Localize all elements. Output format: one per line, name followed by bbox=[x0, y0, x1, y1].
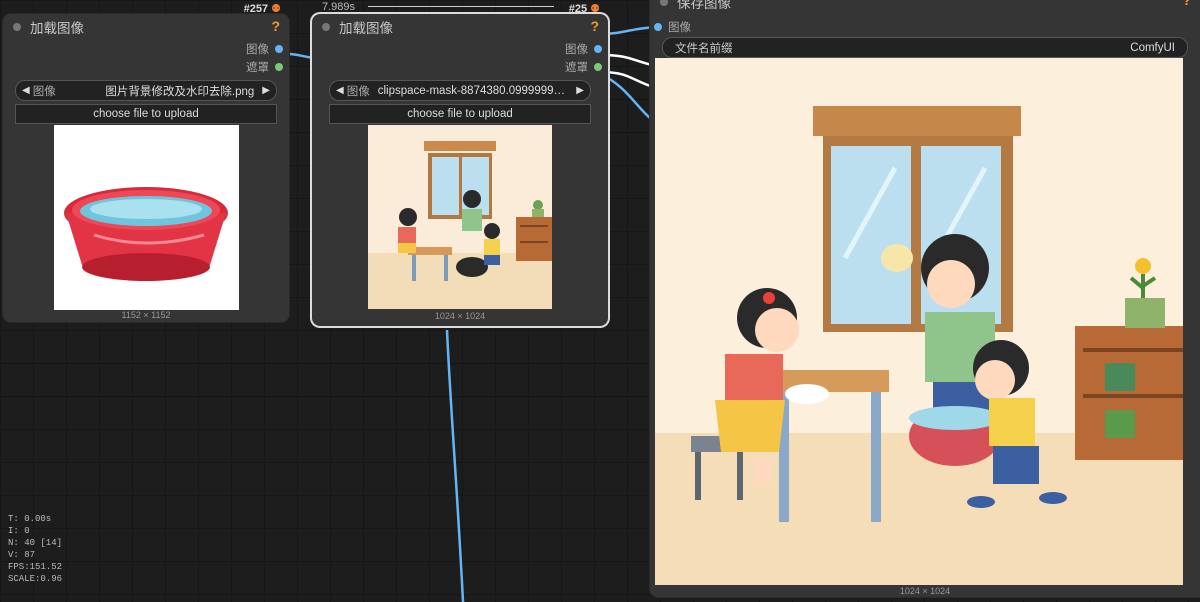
combo-left-arrow-icon[interactable]: ◀ bbox=[336, 85, 344, 96]
output-mask-slot[interactable] bbox=[594, 63, 602, 71]
image-preview bbox=[54, 125, 239, 310]
load-image-node-257[interactable]: #257 ⚉ 加载图像 ? 图像 遮罩 ◀ 图像 图片背景修改及水印去除.png… bbox=[3, 3, 289, 322]
combo-name: 图像 bbox=[32, 85, 56, 98]
wire-white-2 bbox=[599, 70, 657, 90]
wire-white-1 bbox=[599, 53, 657, 68]
upload-button[interactable]: choose file to upload bbox=[329, 104, 591, 124]
kids-cleaning-output-image bbox=[655, 58, 1183, 585]
output-image-slot[interactable] bbox=[594, 45, 602, 53]
field-value: ComfyUI bbox=[1130, 41, 1175, 54]
node-title: 保存图像 bbox=[677, 0, 731, 11]
image-dimensions: 1024 × 1024 bbox=[434, 311, 486, 321]
wire-bottom bbox=[445, 329, 465, 602]
output-image-label: 图像 bbox=[565, 44, 588, 56]
help-icon[interactable]: ? bbox=[590, 18, 599, 34]
combo-right-arrow-icon[interactable]: ▶ bbox=[262, 85, 270, 96]
stat-fps: FPS:151.52 bbox=[8, 562, 63, 572]
combo-right-arrow-icon[interactable]: ▶ bbox=[576, 85, 584, 96]
combo-value: 图片背景修改及水印去除.png bbox=[105, 85, 255, 98]
combo-name: 图像 bbox=[346, 85, 370, 98]
image-dimensions: 1024 × 1024 bbox=[899, 586, 951, 596]
save-image-node[interactable]: 保存图像 ? 图像 文件名前缀 ComfyUI 1024 × 1024 bbox=[650, 0, 1200, 597]
output-mask-label: 遮罩 bbox=[565, 62, 588, 74]
collapse-dot-icon[interactable] bbox=[660, 0, 668, 6]
execution-timer: 7.989s bbox=[322, 1, 356, 13]
help-icon[interactable]: ? bbox=[1182, 0, 1191, 8]
combo-value: clipspace-mask-8874380.09999999... bbox=[377, 84, 569, 97]
output-image[interactable]: 图像 bbox=[312, 40, 608, 58]
help-icon[interactable]: ? bbox=[271, 18, 280, 34]
node-header[interactable]: 保存图像 ? bbox=[650, 0, 1200, 12]
stat-v: V: 87 bbox=[8, 550, 36, 560]
image-combo[interactable]: ◀ 图像 图片背景修改及水印去除.png ▶ bbox=[15, 80, 277, 101]
input-image-label: 图像 bbox=[668, 22, 691, 34]
output-image-slot[interactable] bbox=[275, 45, 283, 53]
image-dimensions: 1152 × 1152 bbox=[121, 310, 171, 320]
red-basin-image bbox=[64, 187, 228, 281]
input-image[interactable]: 图像 bbox=[650, 19, 691, 35]
output-mask[interactable]: 遮罩 bbox=[312, 58, 608, 76]
image-combo[interactable]: ◀ 图像 clipspace-mask-8874380.09999999... … bbox=[329, 80, 591, 101]
stat-nodes: N: 40 [14] bbox=[8, 538, 63, 548]
combo-left-arrow-icon[interactable]: ◀ bbox=[22, 85, 30, 96]
stat-time: T: 0.00s bbox=[8, 514, 52, 524]
stat-scale: SCALE:0.96 bbox=[8, 574, 63, 584]
node-title: 加载图像 bbox=[339, 21, 393, 36]
collapse-dot-icon[interactable] bbox=[13, 23, 21, 31]
node-header[interactable]: 加载图像 ? bbox=[312, 14, 608, 40]
collapse-dot-icon[interactable] bbox=[322, 23, 330, 31]
image-preview bbox=[368, 125, 552, 309]
filename-prefix-field[interactable]: 文件名前缀 ComfyUI bbox=[662, 37, 1188, 58]
output-mask[interactable]: 遮罩 bbox=[3, 58, 289, 76]
canvas-stats: T: 0.00s I: 0 N: 40 [14] V: 87 FPS:151.5… bbox=[8, 513, 62, 585]
field-name: 文件名前缀 bbox=[675, 42, 733, 55]
output-image-preview bbox=[655, 58, 1183, 585]
load-image-node-25[interactable]: 7.989s #25 ⚉ 加载图像 ? 图像 遮罩 ◀ 图像 clipspace… bbox=[312, 1, 608, 326]
upload-button[interactable]: choose file to upload bbox=[15, 104, 277, 124]
kids-cleaning-image bbox=[368, 125, 552, 309]
output-mask-label: 遮罩 bbox=[246, 62, 269, 74]
output-image[interactable]: 图像 bbox=[3, 40, 289, 58]
progress-line bbox=[368, 6, 554, 7]
stat-i: I: 0 bbox=[8, 526, 30, 536]
output-image-label: 图像 bbox=[246, 44, 269, 56]
node-header[interactable]: 加载图像 ? bbox=[3, 14, 289, 40]
input-image-slot[interactable] bbox=[654, 23, 662, 31]
node-title: 加载图像 bbox=[30, 21, 84, 36]
output-mask-slot[interactable] bbox=[275, 63, 283, 71]
